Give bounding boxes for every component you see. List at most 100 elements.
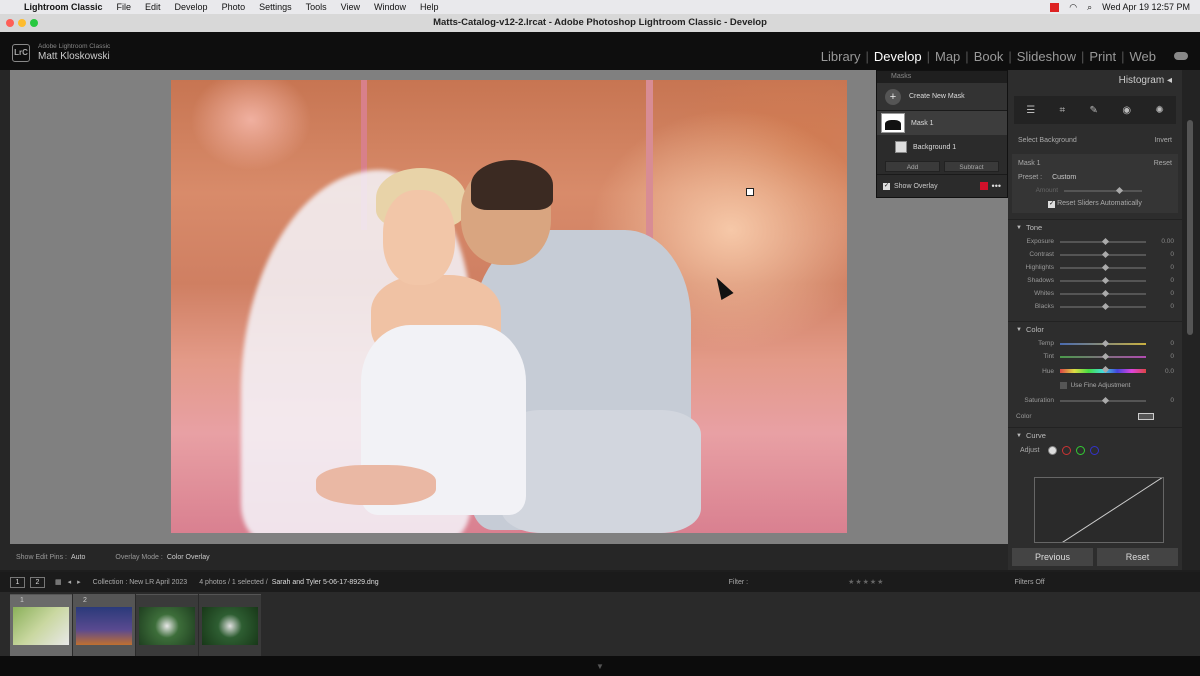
preset-dropdown[interactable]: Custom [1052, 174, 1076, 181]
forward-arrow-icon[interactable]: ▸ [77, 578, 81, 586]
tint-slider[interactable]: Tint 0 [1008, 350, 1182, 363]
slider-value[interactable]: 0 [1152, 340, 1174, 347]
back-arrow-icon[interactable]: ◂ [68, 578, 72, 586]
fine-adjustment-checkbox[interactable] [1059, 382, 1067, 389]
wifi-icon[interactable]: ◠ [1069, 2, 1077, 13]
film-thumb-4[interactable] [199, 594, 261, 656]
reset-sliders-checkbox[interactable]: ✓ [1048, 201, 1056, 208]
highlights-slider[interactable]: Highlights 0 [1008, 261, 1182, 274]
saturation-slider[interactable]: Saturation 0 [1008, 394, 1182, 407]
minimize-window-button[interactable] [18, 19, 26, 27]
module-book[interactable]: Book [970, 49, 1008, 64]
crop-icon[interactable]: ⌗ [1060, 105, 1066, 116]
slider-value[interactable]: 0 [1152, 397, 1174, 404]
primary-window-button[interactable]: 1 [10, 576, 25, 588]
mask-component-background1[interactable]: Background 1 [877, 135, 1007, 159]
menu-photo[interactable]: Photo [222, 2, 246, 12]
menu-edit[interactable]: Edit [145, 2, 161, 12]
slider-value[interactable]: 0 [1152, 290, 1174, 297]
module-web[interactable]: Web [1126, 49, 1161, 64]
amount-slider[interactable]: Amount [1012, 184, 1178, 197]
edit-sliders-icon[interactable]: ☰ [1026, 105, 1035, 116]
menu-settings[interactable]: Settings [259, 2, 292, 12]
more-options-icon[interactable]: ••• [992, 181, 1001, 191]
filters-off-dropdown[interactable]: Filters Off [1014, 579, 1044, 586]
module-slideshow[interactable]: Slideshow [1013, 49, 1080, 64]
module-develop[interactable]: Develop [870, 49, 926, 64]
edit-pins-dropdown[interactable]: Auto [71, 554, 85, 561]
rgb-channel-button[interactable] [1048, 445, 1058, 455]
secondary-window-button[interactable]: 2 [30, 576, 45, 588]
selected-filename[interactable]: Sarah and Tyler 5-06-17-8929.dng [272, 579, 379, 586]
search-icon[interactable]: ⌕ [1087, 2, 1092, 13]
module-map[interactable]: Map [931, 49, 964, 64]
record-icon[interactable] [1050, 2, 1060, 12]
green-channel-button[interactable] [1076, 445, 1086, 455]
collection-name[interactable]: Collection : New LR April 2023 [93, 579, 188, 586]
tone-curve-graph[interactable] [1034, 477, 1164, 543]
red-eye-icon[interactable]: ◉ [1122, 105, 1131, 116]
slider-value[interactable]: 0 [1152, 277, 1174, 284]
add-mask-button[interactable]: Add [885, 161, 940, 172]
module-library[interactable]: Library [817, 49, 865, 64]
temp-slider[interactable]: Temp 0 [1008, 337, 1182, 350]
slider-value[interactable]: 0 [1152, 303, 1174, 310]
photo-with-mask-overlay[interactable] [171, 80, 847, 533]
previous-button[interactable]: Previous [1012, 548, 1093, 566]
reset-button[interactable]: Reset [1097, 548, 1178, 566]
shadows-slider[interactable]: Shadows 0 [1008, 274, 1182, 287]
menu-window[interactable]: Window [374, 2, 406, 12]
invert-checkbox[interactable]: Invert [1154, 137, 1172, 144]
slider-value[interactable]: 0 [1152, 251, 1174, 258]
menu-file[interactable]: File [117, 2, 132, 12]
bottom-panel-toggle[interactable]: ▼ [0, 656, 1200, 676]
film-thumb-3[interactable] [136, 594, 198, 656]
create-new-mask-button[interactable]: + Create New Mask [877, 83, 1007, 111]
rating-filter-stars[interactable]: ★★★★★ [848, 578, 884, 586]
collapse-filmstrip-icon[interactable]: ▼ [596, 662, 604, 671]
module-print[interactable]: Print [1085, 49, 1120, 64]
menu-help[interactable]: Help [420, 2, 439, 12]
film-thumb-1[interactable]: 1 [10, 594, 72, 656]
close-window-button[interactable] [6, 19, 14, 27]
contrast-slider[interactable]: Contrast 0 [1008, 248, 1182, 261]
mask-item-mask1[interactable]: Mask 1 [877, 111, 1007, 135]
menu-view[interactable]: View [341, 2, 360, 12]
subtract-mask-button[interactable]: Subtract [944, 161, 999, 172]
show-overlay-checkbox[interactable]: ✓ [883, 182, 890, 190]
hue-slider[interactable]: Hue 0.0 [1008, 363, 1182, 379]
color-section-header[interactable]: ▼ Color [1008, 321, 1182, 337]
scrollbar-thumb[interactable] [1187, 120, 1193, 335]
right-panel-scrollbar[interactable] [1182, 70, 1200, 570]
overlay-mode-label: Overlay Mode : [115, 553, 163, 561]
edit-pin[interactable] [746, 188, 754, 196]
maximize-window-button[interactable] [30, 19, 38, 27]
masking-icon[interactable]: ✺ [1155, 105, 1163, 116]
app-menu[interactable]: Lightroom Classic [24, 2, 103, 12]
color-swatch-button[interactable] [1138, 412, 1154, 420]
film-thumb-2[interactable]: 2 [73, 594, 135, 656]
fine-adjustment-row[interactable]: Use Fine Adjustment [1008, 379, 1182, 392]
menu-tools[interactable]: Tools [306, 2, 327, 12]
overlay-color-swatch[interactable] [979, 182, 988, 190]
curve-section-header[interactable]: ▼ Curve [1008, 427, 1182, 443]
thumb-image [76, 607, 132, 645]
blue-channel-button[interactable] [1090, 445, 1100, 455]
slider-value[interactable]: 0.00 [1152, 238, 1174, 245]
grid-view-icon[interactable]: ▦ [55, 578, 62, 586]
slider-value[interactable]: 0.0 [1152, 368, 1174, 375]
histogram-header[interactable]: Histogram ◂ [1008, 70, 1182, 92]
slider-value[interactable]: 0 [1152, 353, 1174, 360]
left-panel-collapsed[interactable] [0, 70, 10, 570]
exposure-slider[interactable]: Exposure 0.00 [1008, 235, 1182, 248]
overlay-mode-dropdown[interactable]: Color Overlay [167, 554, 210, 561]
menu-develop[interactable]: Develop [175, 2, 208, 12]
cloud-sync-icon[interactable] [1174, 52, 1188, 60]
slider-value[interactable]: 0 [1152, 264, 1174, 271]
red-channel-button[interactable] [1062, 445, 1072, 455]
tone-section-header[interactable]: ▼ Tone [1008, 219, 1182, 235]
blacks-slider[interactable]: Blacks 0 [1008, 300, 1182, 313]
whites-slider[interactable]: Whites 0 [1008, 287, 1182, 300]
mask-reset-button[interactable]: Reset [1154, 160, 1172, 167]
healing-icon[interactable]: ✎ [1090, 105, 1098, 116]
